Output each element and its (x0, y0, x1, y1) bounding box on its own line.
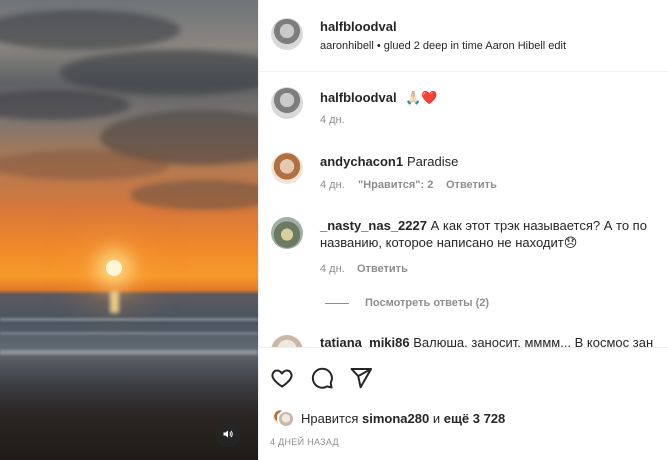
avatar[interactable] (271, 152, 303, 184)
caption-username[interactable]: halfbloodval (320, 90, 397, 105)
wave (0, 350, 258, 355)
wave (0, 318, 258, 321)
comment-text: Валюша, заносит, мммм... В космос зан (413, 335, 654, 347)
header-subtitle[interactable]: aaronhibell • glued 2 deep in time Aaron… (320, 40, 566, 52)
header-username[interactable]: halfbloodval (320, 19, 397, 34)
comment-time[interactable]: 4 дн. (320, 179, 345, 191)
view-replies-label: Посмотреть ответы (2) (365, 297, 490, 309)
sun (106, 260, 122, 276)
cloud-decor (0, 90, 130, 120)
mute-button[interactable] (215, 421, 241, 447)
comment-body: tatiana_miki86 Валюша, заносит, мммм... … (320, 334, 653, 347)
comment-time[interactable]: 4 дн. (320, 263, 345, 275)
view-replies-button[interactable]: Посмотреть ответы (2) (325, 297, 489, 309)
comment-likes-count[interactable]: "Нравится": 2 (358, 179, 433, 191)
like-button[interactable] (270, 366, 294, 395)
liker-avatars[interactable] (271, 408, 295, 428)
post-header: halfbloodval aaronhibell • glued 2 deep … (259, 0, 668, 72)
sun-reflection (110, 291, 119, 313)
likes-prefix: Нравится (301, 410, 359, 426)
avatar[interactable] (271, 335, 303, 347)
comment-text-line1: А как этот трэк называется? А то по (430, 218, 647, 233)
paper-plane-icon (350, 368, 372, 389)
share-button[interactable] (349, 366, 373, 395)
comment-username[interactable]: andychacon1 (320, 154, 403, 169)
post-details-panel: halfbloodval aaronhibell • glued 2 deep … (258, 0, 668, 460)
cloud-decor (60, 50, 258, 95)
avatar (277, 410, 295, 428)
avatar[interactable] (271, 217, 303, 249)
cloud-decor (0, 10, 180, 50)
speaker-icon (223, 430, 233, 438)
post-date[interactable]: 4 ДНЕЙ НАЗАД (270, 437, 339, 447)
comment-body: _nasty_nas_2227 А как этот трэк называет… (320, 217, 660, 234)
cloud-decor (130, 180, 258, 210)
comment-button[interactable] (310, 366, 334, 395)
heart-icon (271, 369, 293, 388)
avatar[interactable] (271, 18, 303, 50)
avatar[interactable] (271, 87, 303, 119)
caption-time[interactable]: 4 дн. (320, 114, 345, 126)
post-video[interactable] (0, 0, 258, 460)
likes-others[interactable]: ещё 3 728 (444, 411, 506, 426)
reply-button[interactable]: Ответить (446, 179, 497, 191)
comment-text: Paradise (407, 154, 459, 169)
comment-bubble-icon (311, 367, 333, 389)
replies-line (325, 302, 349, 304)
likes-middle: и (432, 410, 441, 426)
comment-text-line2: названию, которое написано не находит😞 (320, 235, 578, 250)
comment-username[interactable]: _nasty_nas_2227 (320, 218, 427, 233)
likes-summary: Нравится simona280 и ещё 3 728 (271, 408, 505, 428)
wave (0, 332, 258, 335)
caption-text: 🙏🏻❤️ (405, 90, 438, 105)
comments-list[interactable]: halfbloodval 🙏🏻❤️ 4 дн. andychacon1 Para… (259, 73, 668, 347)
comment-username[interactable]: tatiana_miki86 (320, 335, 410, 347)
liker-username[interactable]: simona280 (362, 411, 429, 426)
cloud-decor (0, 150, 170, 180)
reply-button[interactable]: Ответить (357, 263, 408, 275)
